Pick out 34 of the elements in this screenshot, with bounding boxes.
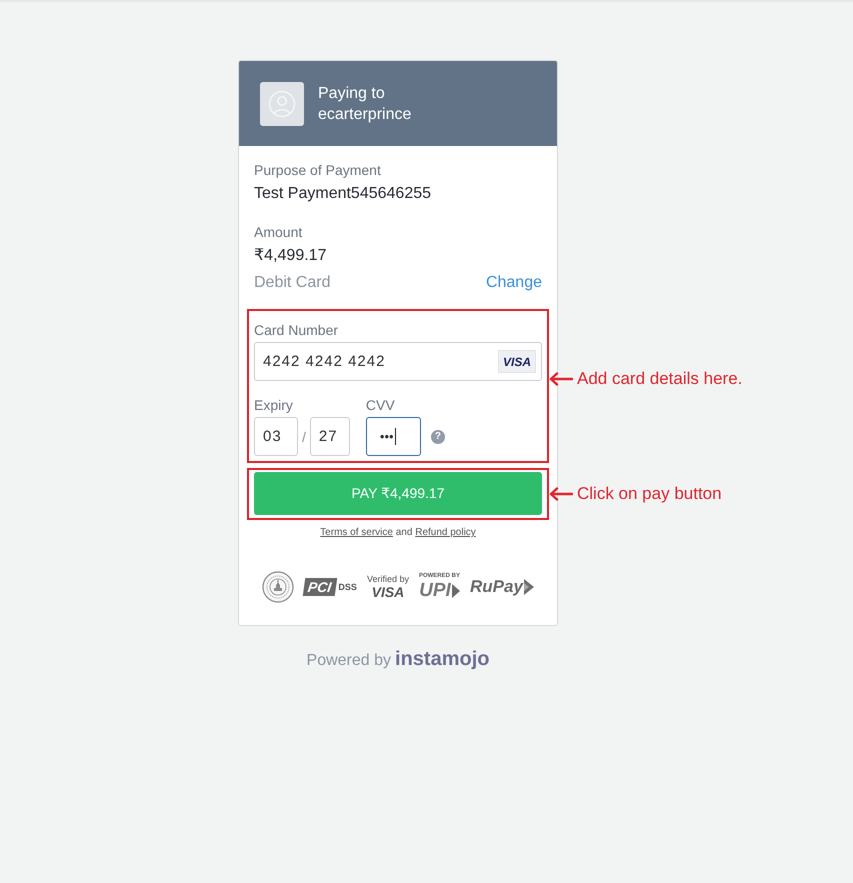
expiry-separator: / bbox=[302, 428, 306, 444]
visa-wordmark: VISA bbox=[372, 585, 404, 600]
expiry-label: Expiry bbox=[254, 396, 294, 414]
card-brand-badge: VISA bbox=[498, 350, 536, 373]
policy-link[interactable]: Terms of service bbox=[320, 527, 393, 538]
expiry-year-field[interactable]: 27 bbox=[310, 417, 350, 456]
cvv-label: CVV bbox=[366, 396, 396, 414]
detail-label: Amount bbox=[254, 223, 304, 241]
seal-icon bbox=[262, 571, 294, 603]
powered-by-text: Powered by bbox=[306, 652, 392, 669]
card-number-field[interactable]: 4242 4242 4242 VISA bbox=[254, 342, 542, 381]
triangle-icon bbox=[452, 584, 460, 598]
rupay-wordmark: RuPay bbox=[470, 577, 523, 597]
cvv-field[interactable]: ••• bbox=[366, 417, 421, 456]
arrowhead-icon bbox=[524, 579, 534, 595]
upi-wordmark: UPI bbox=[419, 580, 451, 601]
expiry-month-field[interactable]: 03 bbox=[254, 417, 298, 456]
annotation-text: Click on pay button bbox=[577, 484, 722, 504]
annotation-text: Add card details here. bbox=[577, 369, 742, 389]
legal-text: Terms of service and Refund policy bbox=[319, 527, 477, 539]
detail-label: Purpose of Payment bbox=[254, 161, 382, 179]
brand-wordmark: instamojo bbox=[395, 648, 490, 670]
card-number-label: Card Number bbox=[254, 321, 340, 339]
detail-value: Test Payment545646255 bbox=[254, 184, 432, 204]
policy-link[interactable]: Refund policy bbox=[415, 527, 476, 538]
detail-value: ₹4,499.17 bbox=[254, 246, 328, 266]
merchant-name: ecarterprince bbox=[318, 104, 412, 124]
verified-by-text: Verified by bbox=[366, 574, 409, 585]
dss-text: DSS bbox=[338, 582, 357, 592]
pci-logo: PCI bbox=[302, 578, 338, 596]
payment-method-label: Debit Card bbox=[254, 273, 330, 293]
paying-to-label: Paying to bbox=[318, 84, 386, 104]
avatar-icon bbox=[260, 82, 304, 126]
text-cursor-icon bbox=[394, 428, 396, 445]
